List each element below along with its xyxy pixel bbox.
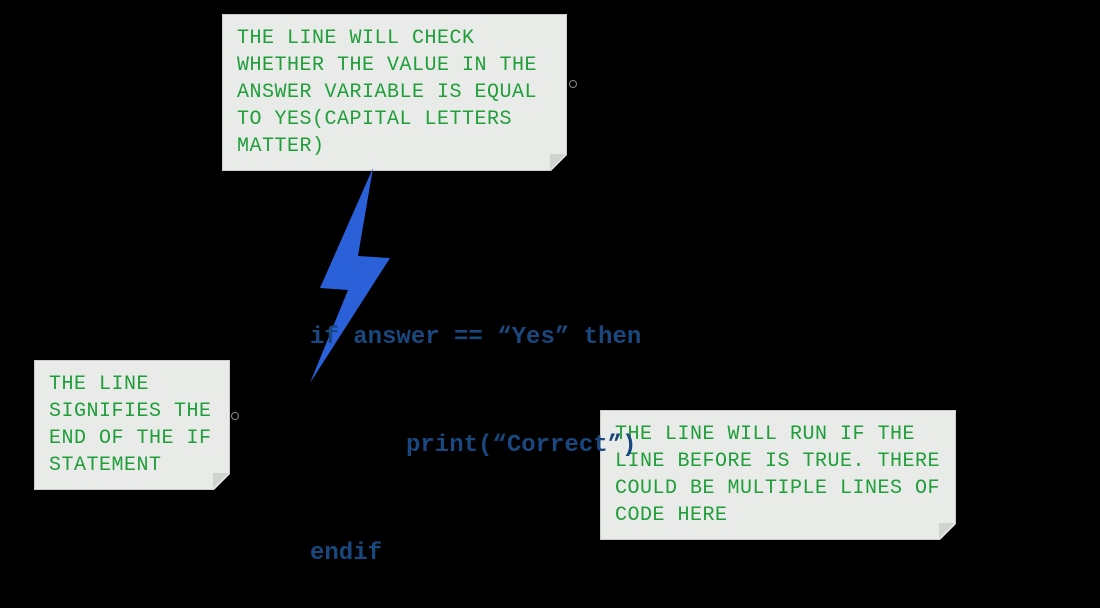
annotation-right: THE LINE WILL RUN IF THE LINE BEFORE IS … xyxy=(600,410,956,540)
code-line-1: if answer == “Yes” then xyxy=(310,320,641,356)
annotation-left-text: THE LINE SIGNIFIES THE END OF THE IF STA… xyxy=(49,373,212,477)
connector-dot-left xyxy=(231,412,239,420)
annotation-left: THE LINE SIGNIFIES THE END OF THE IF STA… xyxy=(34,360,230,490)
code-block: if answer == “Yes” then print(“Correct”)… xyxy=(310,248,641,608)
connector-dot-top xyxy=(569,80,577,88)
code-line-3: endif xyxy=(310,536,641,572)
annotation-top: THE LINE WILL CHECK WHETHER THE VALUE IN… xyxy=(222,14,567,171)
code-line-2: print(“Correct”) xyxy=(310,428,641,464)
annotation-top-text: THE LINE WILL CHECK WHETHER THE VALUE IN… xyxy=(237,27,537,158)
annotation-right-text: THE LINE WILL RUN IF THE LINE BEFORE IS … xyxy=(615,423,940,527)
